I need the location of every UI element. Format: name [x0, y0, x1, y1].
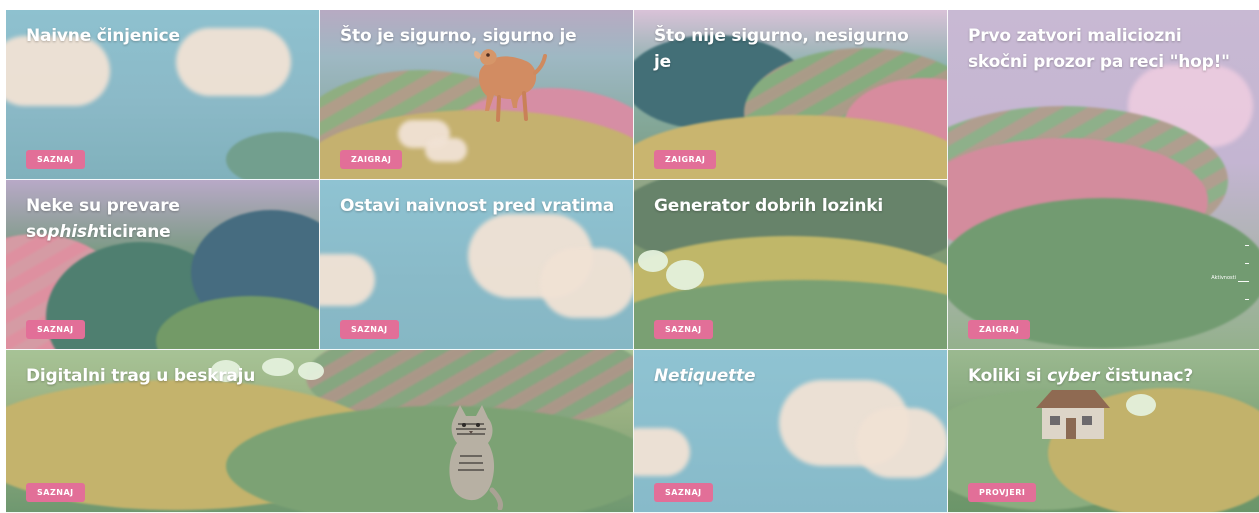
- zaigraj-button[interactable]: ZAIGRAJ: [968, 320, 1031, 339]
- tile-title: Digitalni trag u beskraju: [26, 366, 256, 386]
- tile-title-part: Koliki si: [968, 366, 1048, 386]
- saznaj-button[interactable]: SAZNAJ: [654, 320, 713, 339]
- tile-cyber-cistunac[interactable]: Koliki si cyber čistunac? PROVJERI: [948, 350, 1259, 513]
- provjeri-button[interactable]: PROVJERI: [968, 483, 1037, 502]
- house-illustration-icon: [1036, 390, 1110, 439]
- tile-ostavi-naivnost[interactable]: Ostavi naivnost pred vratima SAZNAJ: [320, 180, 634, 350]
- cloud-decoration: [320, 254, 375, 306]
- tile-title: Koliki si cyber čistunac?: [968, 363, 1243, 389]
- zaigraj-button[interactable]: ZAIGRAJ: [654, 150, 717, 169]
- cat-illustration-icon: [449, 405, 503, 510]
- saznaj-button[interactable]: SAZNAJ: [26, 320, 85, 339]
- tile-sto-je-sigurno[interactable]: Što je sigurno, sigurno je ZAIGRAJ: [320, 10, 634, 180]
- indicator-tick: [1238, 281, 1249, 282]
- cloud-decoration: [634, 428, 690, 476]
- tile-title: Netiquette: [654, 366, 756, 386]
- zaigraj-button[interactable]: ZAIGRAJ: [340, 150, 403, 169]
- cloud-decoration: [425, 138, 467, 162]
- saznaj-button[interactable]: SAZNAJ: [26, 150, 85, 169]
- cloud-decoration: [540, 248, 633, 318]
- tile-title-part: so: [26, 222, 48, 242]
- tile-title: Što je sigurno, sigurno je: [340, 26, 577, 46]
- tile-title-cyber: cyber: [1047, 366, 1100, 386]
- hill-decoration: [226, 132, 319, 179]
- saznaj-button[interactable]: SAZNAJ: [26, 483, 85, 502]
- hill-decoration: [634, 280, 947, 349]
- tile-digitalni-trag[interactable]: Digitalni trag u beskraju SAZNAJ: [6, 350, 634, 513]
- saznaj-button[interactable]: SAZNAJ: [654, 483, 713, 502]
- tile-title-line-1: Neke su prevare: [26, 196, 180, 216]
- cloud-decoration: [856, 408, 947, 478]
- indicator-tick: [1245, 245, 1249, 246]
- tree-decoration: [638, 250, 668, 272]
- tile-title-line-2: sophishticirane: [26, 219, 303, 245]
- tile-title: Što nije sigurno, nesigurno je: [654, 26, 909, 72]
- tile-title-line-2: skočni prozor pa reci "hop!": [968, 52, 1230, 72]
- dog-illustration-icon: [474, 49, 547, 122]
- tree-decoration: [1126, 394, 1156, 416]
- tile-sto-nije-sigurno[interactable]: Što nije sigurno, nesigurno je ZAIGRAJ: [634, 10, 948, 180]
- saznaj-button[interactable]: SAZNAJ: [340, 320, 399, 339]
- tile-title-line-1: Prvo zatvori maliciozni: [968, 26, 1182, 46]
- tile-title: Prvo zatvori maliciozni skočni prozor pa…: [968, 23, 1243, 75]
- tile-prvo-zatvori[interactable]: Prvo zatvori maliciozni skočni prozor pa…: [948, 10, 1259, 350]
- indicator-tick: [1245, 263, 1249, 264]
- tile-title: Generator dobrih lozinki: [654, 196, 883, 216]
- activity-indicator[interactable]: Aktivnosti: [1189, 245, 1249, 305]
- tree-decoration: [666, 260, 704, 290]
- tile-generator-lozinki[interactable]: Generator dobrih lozinki SAZNAJ: [634, 180, 948, 350]
- indicator-tick: [1245, 299, 1249, 300]
- tile-naivne-cinjenice[interactable]: Naivne činjenice SAZNAJ: [6, 10, 320, 180]
- tile-title-phish: phish: [47, 222, 99, 242]
- tile-netiquette[interactable]: Netiquette SAZNAJ: [634, 350, 948, 513]
- activities-grid: Naivne činjenice SAZNAJ Što je sigurno, …: [6, 10, 1259, 513]
- tile-neke-su-prevare[interactable]: Neke su prevare sophishticirane SAZNAJ: [6, 180, 320, 350]
- tile-title: Ostavi naivnost pred vratima: [340, 196, 615, 216]
- indicator-label: Aktivnosti: [1211, 275, 1236, 281]
- tile-title-part: ticirane: [98, 222, 171, 242]
- tile-title: Naivne činjenice: [26, 26, 180, 46]
- tile-title: Neke su prevare sophishticirane: [26, 193, 303, 245]
- tile-title-part: čistunac?: [1099, 366, 1194, 386]
